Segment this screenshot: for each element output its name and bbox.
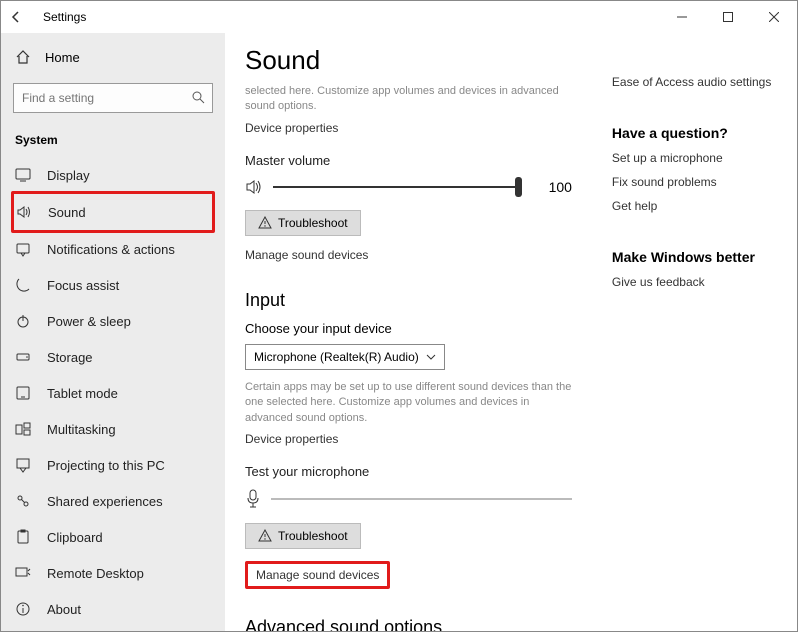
sidebar-item-display[interactable]: Display: [13, 157, 213, 193]
focus-icon: [15, 277, 33, 293]
sidebar-item-label: Shared experiences: [47, 494, 163, 509]
troubleshoot-input-button[interactable]: Troubleshoot: [245, 523, 361, 549]
sidebar-item-label: Notifications & actions: [47, 242, 175, 257]
search-box[interactable]: [13, 83, 213, 113]
input-device-value: Microphone (Realtek(R) Audio): [254, 350, 419, 364]
volume-value: 100: [532, 179, 572, 195]
sidebar-item-about[interactable]: About: [13, 591, 213, 627]
sidebar: Home System Display Sound Notifications & …: [1, 33, 225, 631]
sidebar-item-label: Tablet mode: [47, 386, 118, 401]
sidebar-item-remote[interactable]: Remote Desktop: [13, 555, 213, 591]
input-device-properties-link[interactable]: Device properties: [245, 432, 572, 446]
display-icon: [15, 167, 33, 183]
sidebar-item-label: Storage: [47, 350, 93, 365]
sidebar-item-clipboard[interactable]: Clipboard: [13, 519, 213, 555]
page-title: Sound: [245, 45, 572, 76]
minimize-button[interactable]: [659, 1, 705, 33]
home-button[interactable]: Home: [13, 43, 213, 71]
sidebar-item-tablet[interactable]: Tablet mode: [13, 375, 213, 411]
about-icon: [15, 601, 33, 617]
input-heading: Input: [245, 290, 572, 311]
device-properties-link[interactable]: Device properties: [245, 121, 572, 135]
sidebar-item-power[interactable]: Power & sleep: [13, 303, 213, 339]
power-icon: [15, 313, 33, 329]
window-title: Settings: [43, 10, 86, 24]
sidebar-item-notify[interactable]: Notifications & actions: [13, 231, 213, 267]
chevron-down-icon: [426, 352, 436, 362]
microphone-icon: [245, 489, 261, 509]
clipboard-icon: [15, 529, 33, 545]
close-button[interactable]: [751, 1, 797, 33]
shared-icon: [15, 493, 33, 509]
warning-icon: [258, 216, 272, 230]
sidebar-item-label: Remote Desktop: [47, 566, 144, 581]
sidebar-item-label: Multitasking: [47, 422, 116, 437]
notify-icon: [15, 241, 33, 257]
troubleshoot-label: Troubleshoot: [278, 216, 348, 230]
input-description: Certain apps may be set up to use differ…: [245, 380, 572, 426]
sidebar-item-storage[interactable]: Storage: [13, 339, 213, 375]
test-mic-label: Test your microphone: [245, 464, 572, 479]
multi-icon: [15, 421, 33, 437]
sidebar-item-label: About: [47, 602, 81, 617]
feedback-link[interactable]: Give us feedback: [612, 275, 785, 289]
troubleshoot-output-button[interactable]: Troubleshoot: [245, 210, 361, 236]
sidebar-item-shared[interactable]: Shared experiences: [13, 483, 213, 519]
output-description: selected here. Customize app volumes and…: [245, 84, 572, 115]
troubleshoot-label: Troubleshoot: [278, 529, 348, 543]
content-area: Sound selected here. Customize app volum…: [245, 45, 572, 619]
ease-of-access-link[interactable]: Ease of Access audio settings: [612, 75, 785, 89]
get-help-link[interactable]: Get help: [612, 199, 785, 213]
sidebar-item-project[interactable]: Projecting to this PC: [13, 447, 213, 483]
search-input[interactable]: [13, 83, 213, 113]
sidebar-item-label: Clipboard: [47, 530, 103, 545]
sound-icon: [16, 204, 34, 220]
mic-level-bar: [271, 498, 572, 500]
master-volume-label: Master volume: [245, 153, 572, 168]
sidebar-item-label: Sound: [48, 205, 86, 220]
manage-devices-link[interactable]: Manage sound devices: [245, 248, 572, 262]
back-button[interactable]: [9, 10, 37, 24]
fix-sound-link[interactable]: Fix sound problems: [612, 175, 785, 189]
search-icon: [191, 90, 205, 104]
right-column: Ease of Access audio settings Have a que…: [612, 45, 785, 619]
input-device-select[interactable]: Microphone (Realtek(R) Audio): [245, 344, 445, 370]
sidebar-item-label: Focus assist: [47, 278, 119, 293]
warning-icon: [258, 529, 272, 543]
sidebar-item-label: Power & sleep: [47, 314, 131, 329]
nav-list: Display Sound Notifications & actions Focus…: [13, 157, 213, 627]
sidebar-item-multi[interactable]: Multitasking: [13, 411, 213, 447]
sidebar-item-label: Display: [47, 168, 90, 183]
question-heading: Have a question?: [612, 125, 785, 141]
home-label: Home: [45, 50, 80, 65]
manage-input-devices-link[interactable]: Manage sound devices: [245, 561, 390, 589]
project-icon: [15, 457, 33, 473]
remote-icon: [15, 565, 33, 581]
speaker-icon: [245, 178, 263, 196]
advanced-heading: Advanced sound options: [245, 617, 572, 631]
storage-icon: [15, 349, 33, 365]
input-choose-label: Choose your input device: [245, 321, 572, 336]
section-label: System: [13, 127, 213, 157]
maximize-button[interactable]: [705, 1, 751, 33]
setup-mic-link[interactable]: Set up a microphone: [612, 151, 785, 165]
sidebar-item-label: Projecting to this PC: [47, 458, 165, 473]
sidebar-item-focus[interactable]: Focus assist: [13, 267, 213, 303]
tablet-icon: [15, 385, 33, 401]
volume-slider[interactable]: [273, 179, 522, 195]
home-icon: [15, 49, 31, 65]
sidebar-item-sound[interactable]: Sound: [14, 194, 212, 230]
make-better-heading: Make Windows better: [612, 249, 785, 265]
